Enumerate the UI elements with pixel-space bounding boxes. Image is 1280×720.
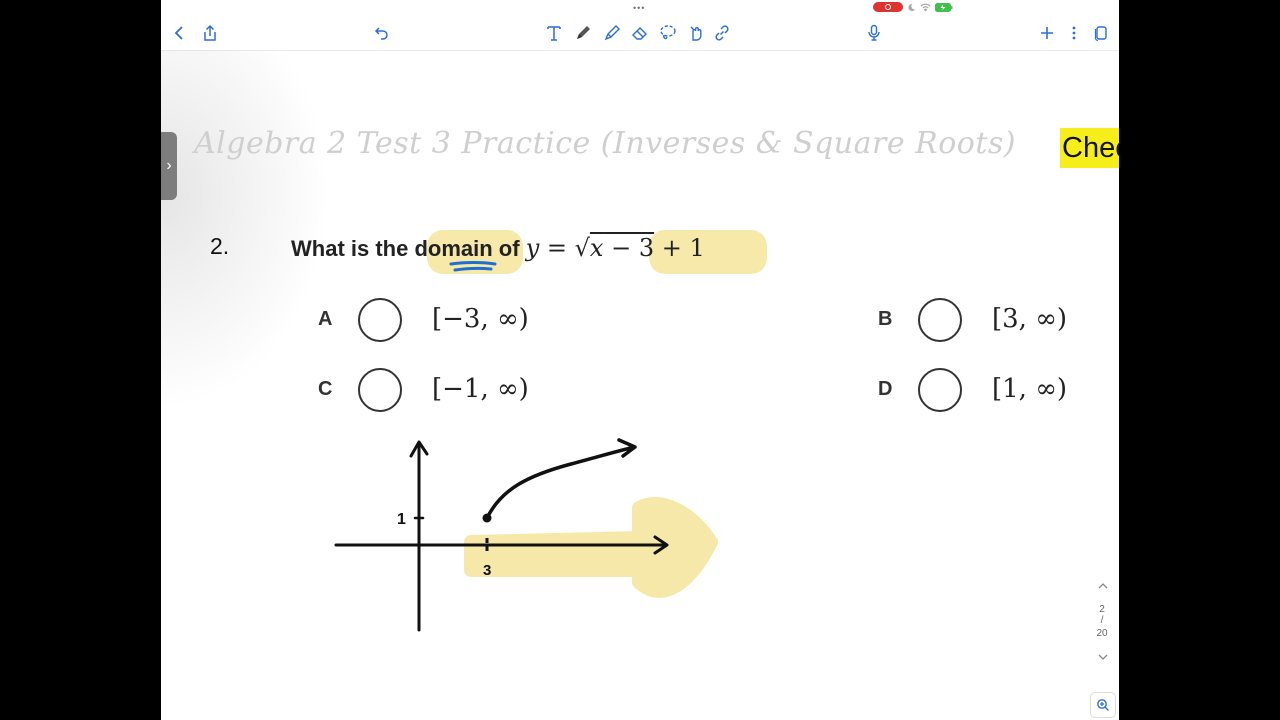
question-keyword: domain (414, 236, 493, 261)
question-prefix: What is the (291, 236, 415, 261)
x-tick-label: 3 (483, 562, 491, 579)
y-tick-label: 1 (397, 511, 406, 528)
recording-indicator-icon (873, 2, 903, 12)
highlighter-icon[interactable] (599, 20, 625, 46)
battery-icon (935, 2, 953, 12)
zoom-button[interactable] (1090, 692, 1116, 718)
undo-icon[interactable] (369, 20, 395, 46)
status-indicators (873, 2, 953, 12)
option-c-answer: [−1, ∞) (432, 374, 529, 404)
sqrt-curve (485, 438, 637, 520)
plus-one: + 1 (654, 234, 705, 262)
add-page-icon[interactable] (1034, 20, 1060, 46)
option-b-letter: B (878, 308, 893, 330)
question-of: of (492, 236, 526, 261)
pen-underline (449, 261, 497, 272)
option-d-letter: D (878, 378, 893, 400)
page-up-icon[interactable] (1097, 581, 1109, 591)
microphone-icon[interactable] (861, 20, 887, 46)
question-text: What is the domain of y = √x − 3 + 1 (291, 234, 705, 262)
shape-hand-icon[interactable] (683, 20, 709, 46)
option-c-letter: C (318, 378, 333, 400)
option-b-answer: [3, ∞) (992, 304, 1068, 334)
radicand: x − 3 (590, 234, 654, 262)
y-axis (409, 440, 429, 632)
option-a-radio[interactable] (358, 298, 402, 342)
sidebar-toggle[interactable]: › (161, 132, 177, 200)
option-a-letter: A (318, 308, 333, 330)
radical-sign: √ (574, 234, 590, 262)
zoom-icon (1097, 699, 1109, 711)
var-y: y (525, 234, 540, 262)
question-number: 2. (210, 233, 230, 259)
check-answer-button[interactable]: Chec (1060, 128, 1119, 168)
wifi-icon (920, 3, 931, 12)
more-icon[interactable] (1061, 20, 1087, 46)
option-c-radio[interactable] (358, 368, 402, 412)
minus-three: − 3 (603, 234, 655, 262)
page-down-icon[interactable] (1097, 652, 1109, 662)
equals-sign: = (539, 234, 575, 262)
pages-icon[interactable] (1088, 20, 1114, 46)
lasso-icon[interactable] (655, 20, 681, 46)
back-icon[interactable] (166, 20, 192, 46)
var-x: x (589, 234, 604, 262)
toolbar (161, 16, 1119, 51)
pen-icon[interactable] (570, 20, 596, 46)
page-shadow (161, 50, 331, 410)
option-a-answer: [−3, ∞) (432, 304, 529, 334)
link-icon[interactable] (709, 20, 735, 46)
multitask-grabber[interactable]: ••• (633, 3, 645, 13)
text-tool-icon[interactable] (541, 20, 567, 46)
page-separator: / (1100, 615, 1104, 626)
app-screen: 2:57 ••• › Algebra 2 Test 3 Practice (In… (161, 0, 1119, 720)
share-icon[interactable] (197, 20, 223, 46)
page-current: 2 (1099, 604, 1105, 615)
option-b-radio[interactable] (918, 298, 962, 342)
graph-sketch: 1 3 (334, 438, 718, 632)
eraser-icon[interactable] (627, 20, 653, 46)
document-title: Algebra 2 Test 3 Practice (Inverses & Sq… (194, 126, 1017, 161)
domain-highlight-arrow (464, 497, 718, 598)
status-time: 2:57 (165, 1, 183, 11)
question-equation: y = √x − 3 + 1 (526, 234, 705, 262)
option-d-radio[interactable] (918, 368, 962, 412)
option-d-answer: [1, ∞) (992, 374, 1068, 404)
moon-icon (908, 3, 916, 11)
page-total: 20 (1096, 628, 1108, 639)
